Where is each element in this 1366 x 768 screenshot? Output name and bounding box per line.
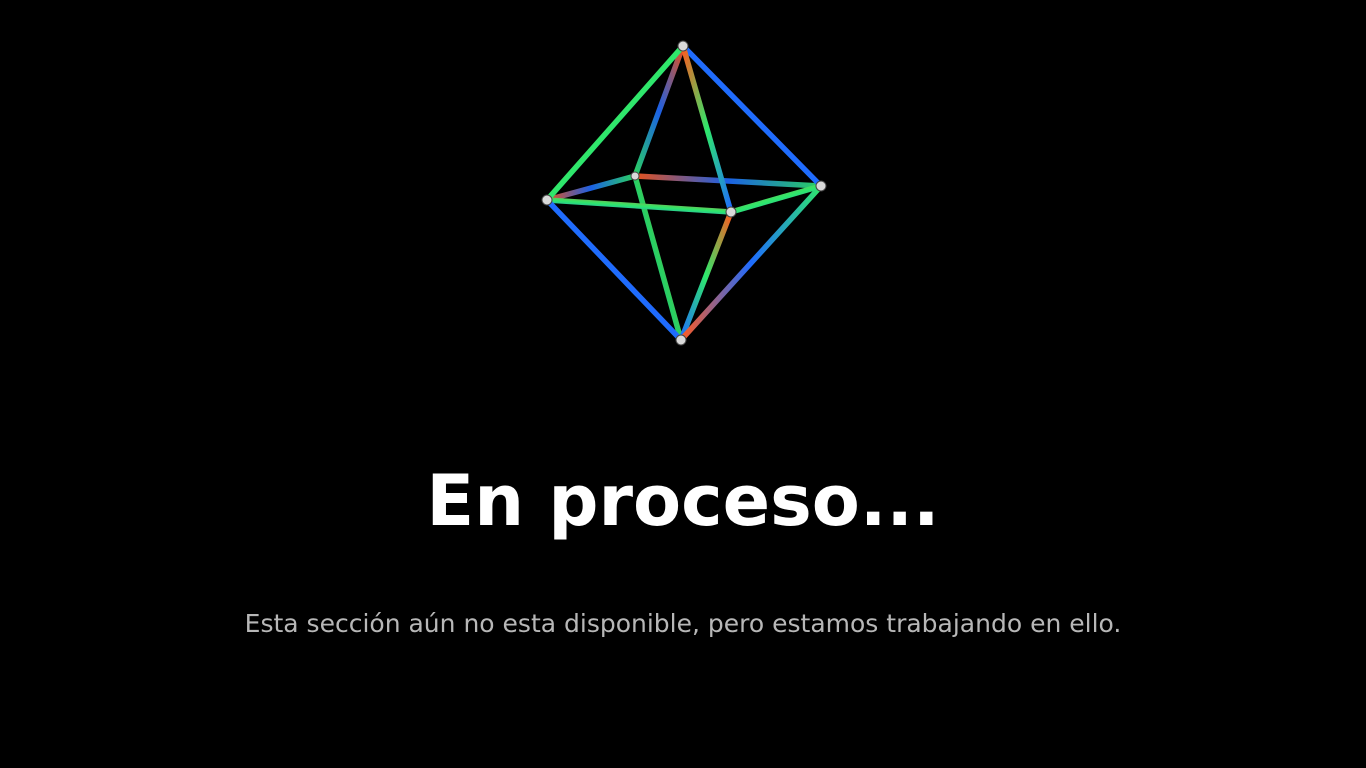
vertex xyxy=(675,334,687,346)
edge xyxy=(632,43,686,179)
vertex xyxy=(541,194,553,206)
edge xyxy=(678,209,734,343)
edge xyxy=(544,197,734,215)
wireframe-octahedron-icon xyxy=(541,40,827,346)
page-title: En proceso... xyxy=(426,460,940,542)
edge xyxy=(632,173,824,189)
under-construction-page: En proceso... Esta sección aún no esta d… xyxy=(0,0,1366,768)
vertex xyxy=(630,171,640,181)
vertex xyxy=(677,40,689,52)
vertex xyxy=(815,180,827,192)
page-subtitle: Esta sección aún no esta disponible, per… xyxy=(244,609,1122,638)
vertex xyxy=(725,206,737,218)
